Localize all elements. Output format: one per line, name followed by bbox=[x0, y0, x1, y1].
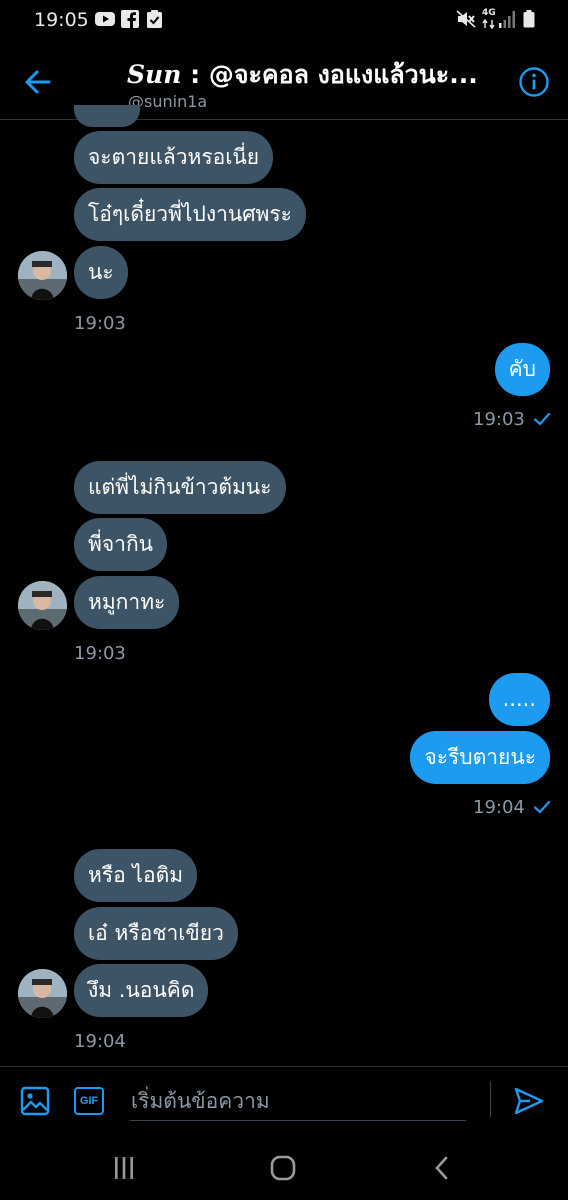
send-icon[interactable] bbox=[513, 1086, 545, 1116]
composer-separator bbox=[490, 1081, 491, 1117]
back-icon[interactable] bbox=[430, 1154, 454, 1182]
message-timestamp: 19:04 bbox=[473, 797, 525, 818]
battery-icon bbox=[523, 10, 535, 28]
message-bubble-incoming[interactable]: นะ bbox=[74, 246, 128, 299]
image-icon[interactable] bbox=[20, 1086, 50, 1116]
message-bubble-outgoing[interactable]: ..... bbox=[488, 673, 550, 726]
mute-icon bbox=[456, 10, 476, 28]
data-arrows-icon bbox=[482, 19, 495, 29]
avatar-photo-icon bbox=[18, 251, 67, 300]
message-bubble-incoming[interactable]: งึม .นอนคิด bbox=[74, 964, 209, 1017]
message-bubble-outgoing[interactable]: คับ bbox=[494, 343, 550, 396]
message-timestamp: 19:03 bbox=[473, 409, 525, 430]
status-time: 19:05 bbox=[34, 9, 89, 31]
message-bubble-incoming[interactable]: จะตายแล้วหรอเนี่ย bbox=[74, 131, 274, 184]
avatar[interactable] bbox=[18, 581, 67, 630]
message-timestamp: 19:03 bbox=[74, 643, 126, 664]
network-type: 4G bbox=[482, 8, 496, 18]
message-bubble-incoming[interactable]: แต่พี่ไม่กินข้าวต้มนะ bbox=[74, 461, 286, 514]
sent-check-icon bbox=[533, 412, 551, 426]
message-input[interactable]: เริ่มต้นข้อความ bbox=[131, 1085, 270, 1118]
conversation-title[interactable]: Sun : @จะคอล งอแงแล้วนะ... bbox=[127, 55, 478, 95]
avatar[interactable] bbox=[18, 969, 67, 1018]
message-bubble-incoming[interactable]: โอ๋ๆเดี๋ยวพี่ไปงานศพระ bbox=[74, 188, 306, 241]
message-timestamp: 19:04 bbox=[74, 1031, 126, 1052]
message-bubble-incoming[interactable]: หรือ ไอติม bbox=[74, 849, 198, 902]
sent-check-icon bbox=[533, 800, 551, 814]
facebook-icon bbox=[121, 10, 139, 28]
message-bubble-clipped bbox=[74, 105, 140, 127]
clipboard-check-icon bbox=[147, 10, 162, 28]
avatar[interactable] bbox=[18, 251, 67, 300]
recents-icon[interactable] bbox=[112, 1154, 136, 1182]
message-bubble-outgoing[interactable]: จะรีบตายนะ bbox=[410, 731, 550, 784]
input-underline bbox=[130, 1120, 466, 1121]
composer-divider bbox=[0, 1066, 568, 1067]
title-text: : @จะคอล งอแงแล้วนะ... bbox=[181, 60, 478, 89]
message-timestamp: 19:03 bbox=[74, 313, 126, 334]
gif-icon[interactable]: GIF bbox=[74, 1087, 104, 1115]
back-arrow-icon[interactable] bbox=[22, 66, 54, 98]
home-icon[interactable] bbox=[269, 1154, 297, 1182]
avatar-photo-icon bbox=[18, 969, 67, 1018]
youtube-icon bbox=[95, 12, 115, 26]
message-bubble-incoming[interactable]: พี่จากิน bbox=[74, 518, 168, 571]
avatar-photo-icon bbox=[18, 581, 67, 630]
signal-icon bbox=[499, 11, 515, 28]
message-bubble-incoming[interactable]: เอ๋ หรือชาเขียว bbox=[74, 907, 238, 960]
contact-name: Sun bbox=[127, 60, 182, 89]
message-bubble-incoming[interactable]: หมูกาทะ bbox=[74, 576, 180, 629]
gif-label: GIF bbox=[79, 1095, 99, 1107]
info-icon[interactable] bbox=[518, 66, 550, 98]
